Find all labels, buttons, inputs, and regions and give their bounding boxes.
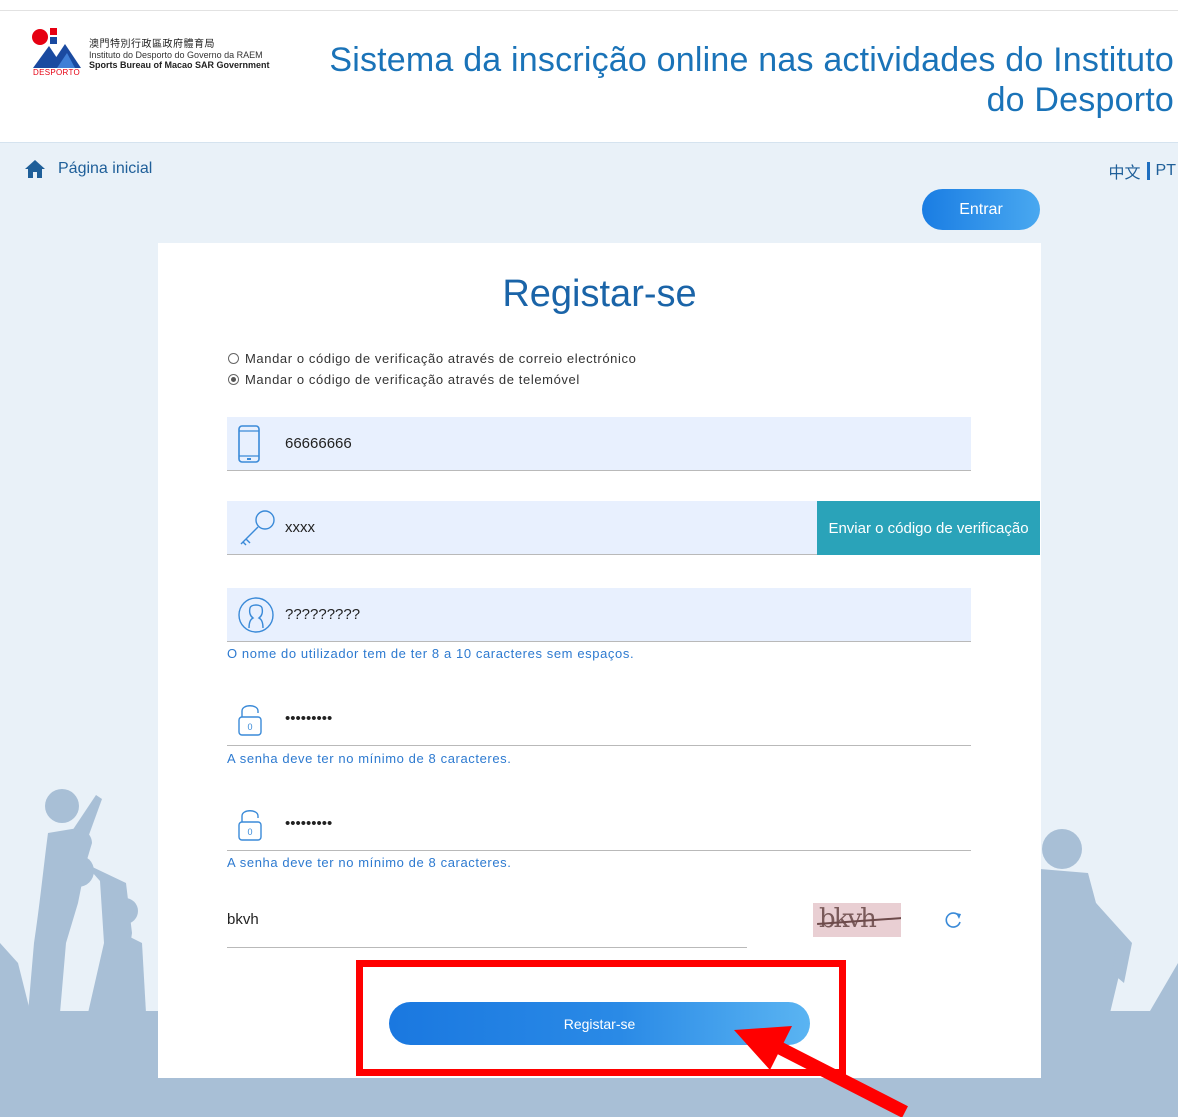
password-input[interactable]: ••••••••• — [285, 692, 332, 745]
annotation-highlight-box — [356, 960, 846, 1076]
radio-email-circle[interactable] — [228, 353, 239, 364]
confirm-password-input[interactable]: ••••••••• — [285, 797, 332, 850]
radio-option-email[interactable]: Mandar o código de verificação através d… — [228, 351, 636, 366]
logo-portuguese-name: Instituto do Desporto do Governo da RAEM — [89, 50, 263, 60]
mobile-phone-icon — [238, 424, 260, 463]
home-link[interactable]: Página inicial — [24, 159, 152, 179]
username-hint: O nome do utilizador tem de ter 8 a 10 c… — [227, 646, 635, 661]
padlock-icon: 0 — [238, 704, 262, 736]
captcha-image: bkvh — [813, 903, 901, 937]
top-border — [0, 0, 1178, 11]
radio-mobile-label: Mandar o código de verificação através d… — [245, 372, 580, 387]
username-input[interactable]: ????????? — [285, 588, 360, 641]
radio-mobile-circle[interactable] — [228, 374, 239, 385]
username-field[interactable]: ????????? — [227, 588, 971, 642]
lang-separator — [1146, 162, 1150, 180]
sports-bureau-logo[interactable]: 澳門特別行政區政府體育局 Instituto do Desporto do Go… — [31, 26, 297, 78]
language-switcher: 中文 PT — [1109, 159, 1176, 183]
refresh-icon[interactable] — [943, 910, 963, 930]
password-hint: A senha deve ter no mínimo de 8 caracter… — [227, 751, 512, 766]
captcha-input[interactable]: bkvh — [227, 891, 259, 947]
key-icon — [240, 509, 275, 545]
password-field[interactable]: 0 ••••••••• — [227, 692, 971, 746]
site-title: Sistema da inscrição online nas activida… — [329, 41, 1174, 119]
phone-input[interactable]: 66666666 — [285, 417, 352, 470]
lang-portuguese-link[interactable]: PT — [1156, 162, 1176, 180]
lang-chinese-link[interactable]: 中文 — [1109, 159, 1141, 183]
phone-field[interactable]: 66666666 — [227, 417, 971, 471]
verification-code-field[interactable]: xxxx Enviar o código de verificação — [227, 501, 1040, 555]
radio-email-label: Mandar o código de verificação através d… — [245, 351, 637, 366]
home-icon — [25, 160, 45, 178]
form-title: Registar-se — [502, 273, 697, 315]
confirm-password-hint: A senha deve ter no mínimo de 8 caracter… — [227, 855, 512, 870]
logo-english-name: Sports Bureau of Macao SAR Government — [89, 60, 270, 70]
svg-text:0: 0 — [247, 827, 252, 837]
registration-card: Registar-se Mandar o código de verificaç… — [158, 243, 1041, 1078]
padlock-icon: 0 — [238, 809, 262, 841]
verification-code-input[interactable]: xxxx — [285, 501, 315, 554]
logo-brand-text: DESPORTO — [33, 68, 81, 77]
user-icon — [238, 596, 274, 633]
radio-option-mobile[interactable]: Mandar o código de verificação através d… — [228, 372, 580, 387]
send-code-button[interactable]: Enviar o código de verificação — [817, 501, 1040, 555]
confirm-password-field[interactable]: 0 ••••••••• — [227, 797, 971, 851]
home-label: Página inicial — [58, 160, 153, 177]
logo-chinese-name: 澳門特別行政區政府體育局 — [89, 39, 215, 50]
svg-text:0: 0 — [247, 722, 252, 732]
captcha-field[interactable]: bkvh — [227, 891, 747, 948]
login-button[interactable]: Entrar — [922, 189, 1040, 230]
